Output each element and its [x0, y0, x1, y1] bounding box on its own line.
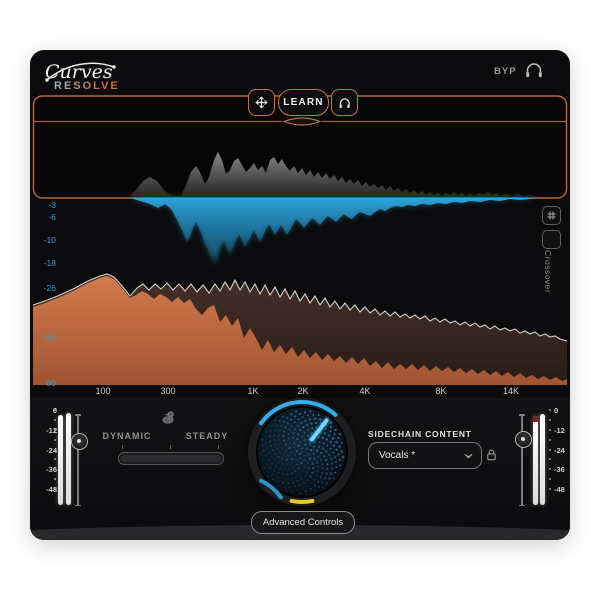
logo-swoosh-dot-right [112, 65, 115, 68]
db-label: -50 [36, 332, 56, 342]
resolve-amount-knob[interactable] [242, 392, 362, 512]
db-label: -18 [36, 258, 56, 268]
freeze-button[interactable] [248, 89, 275, 116]
knob-yellow-arc [292, 501, 313, 502]
crossover-label[interactable]: Crossover [543, 250, 553, 293]
headphones-icon[interactable] [524, 61, 544, 79]
duck-icon [160, 410, 176, 424]
db-label: -3 [36, 200, 56, 210]
input-gain-slider-handle[interactable] [71, 433, 88, 450]
freq-label: 300 [160, 386, 175, 396]
advanced-controls-button[interactable]: Advanced Controls [251, 511, 355, 534]
db-label: -6 [36, 212, 56, 222]
learn-button[interactable]: LEARN [278, 89, 329, 116]
freq-label: 100 [95, 386, 110, 396]
db-label: -80 [36, 378, 56, 388]
square-view-button[interactable] [542, 230, 561, 249]
grid-view-button[interactable] [542, 206, 561, 225]
freq-label: 8K [435, 386, 446, 396]
grid-icon [546, 210, 557, 221]
db-label: -26 [36, 283, 56, 293]
logo-swoosh-dot-left [45, 78, 48, 81]
lock-icon[interactable] [486, 448, 497, 462]
freq-label: 14K [503, 386, 519, 396]
learn-label: LEARN [283, 97, 323, 108]
output-gain-slider-handle[interactable] [515, 431, 532, 448]
logo: Curves [36, 52, 146, 96]
four-arrows-icon [255, 96, 268, 109]
plugin-window: Curves RESOLVE BYP TILT> <FLTR LEARN -3 [30, 50, 570, 540]
db-label: -10 [36, 235, 56, 245]
blue-spectrum [130, 198, 538, 264]
advanced-controls-label: Advanced Controls [263, 517, 343, 528]
listen-button[interactable] [331, 89, 358, 116]
headphones-icon [338, 97, 351, 109]
